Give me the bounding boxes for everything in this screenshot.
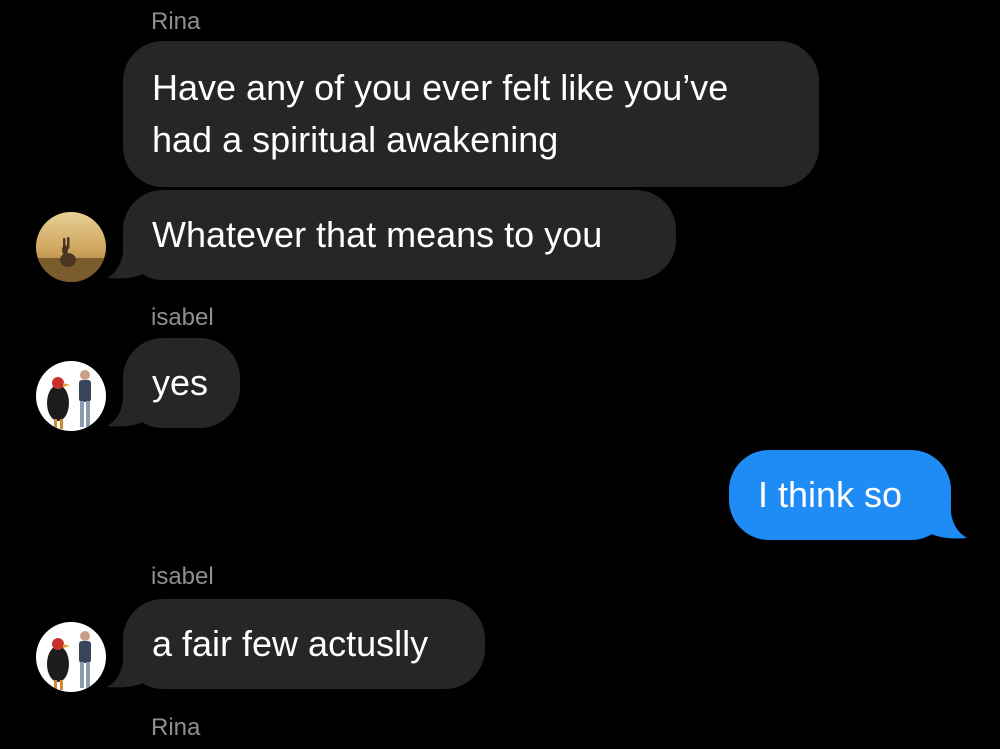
avatar-isabel[interactable] [36, 622, 106, 692]
bubble-tail-icon [931, 504, 967, 539]
rabbit-sunset-avatar-icon [36, 212, 106, 282]
message-text: Have any of you ever felt like you’ve ha… [152, 67, 729, 160]
message-bubble-incoming[interactable]: yes [107, 338, 240, 428]
message-thread[interactable]: Rina Have any of you ever felt like you’… [0, 0, 1000, 749]
avatar-isabel[interactable] [36, 361, 106, 431]
message-text: I think so [758, 474, 903, 515]
sender-name-isabel: isabel [151, 563, 214, 590]
message-bubble-outgoing[interactable]: I think so [729, 450, 967, 540]
bird-and-man-avatar-icon [36, 622, 106, 692]
message-text: Whatever that means to you [152, 214, 603, 255]
sender-name-isabel: isabel [151, 304, 214, 331]
bubble-tail-icon [107, 653, 143, 688]
message-bubble-incoming[interactable]: Whatever that means to you [107, 190, 676, 280]
sender-name-rina: Rina [151, 8, 201, 35]
message-text: a fair few actuslly [152, 623, 429, 664]
message-text: yes [152, 362, 209, 403]
bubble-tail-icon [107, 392, 143, 427]
message-bubble-incoming[interactable]: a fair few actuslly [107, 599, 485, 689]
bird-and-man-avatar-icon [36, 361, 106, 431]
sender-name-rina: Rina [151, 714, 201, 741]
avatar-rina[interactable] [36, 212, 106, 282]
message-bubble-incoming[interactable]: Have any of you ever felt like you’ve ha… [123, 41, 819, 187]
bubble-tail-icon [107, 244, 143, 279]
